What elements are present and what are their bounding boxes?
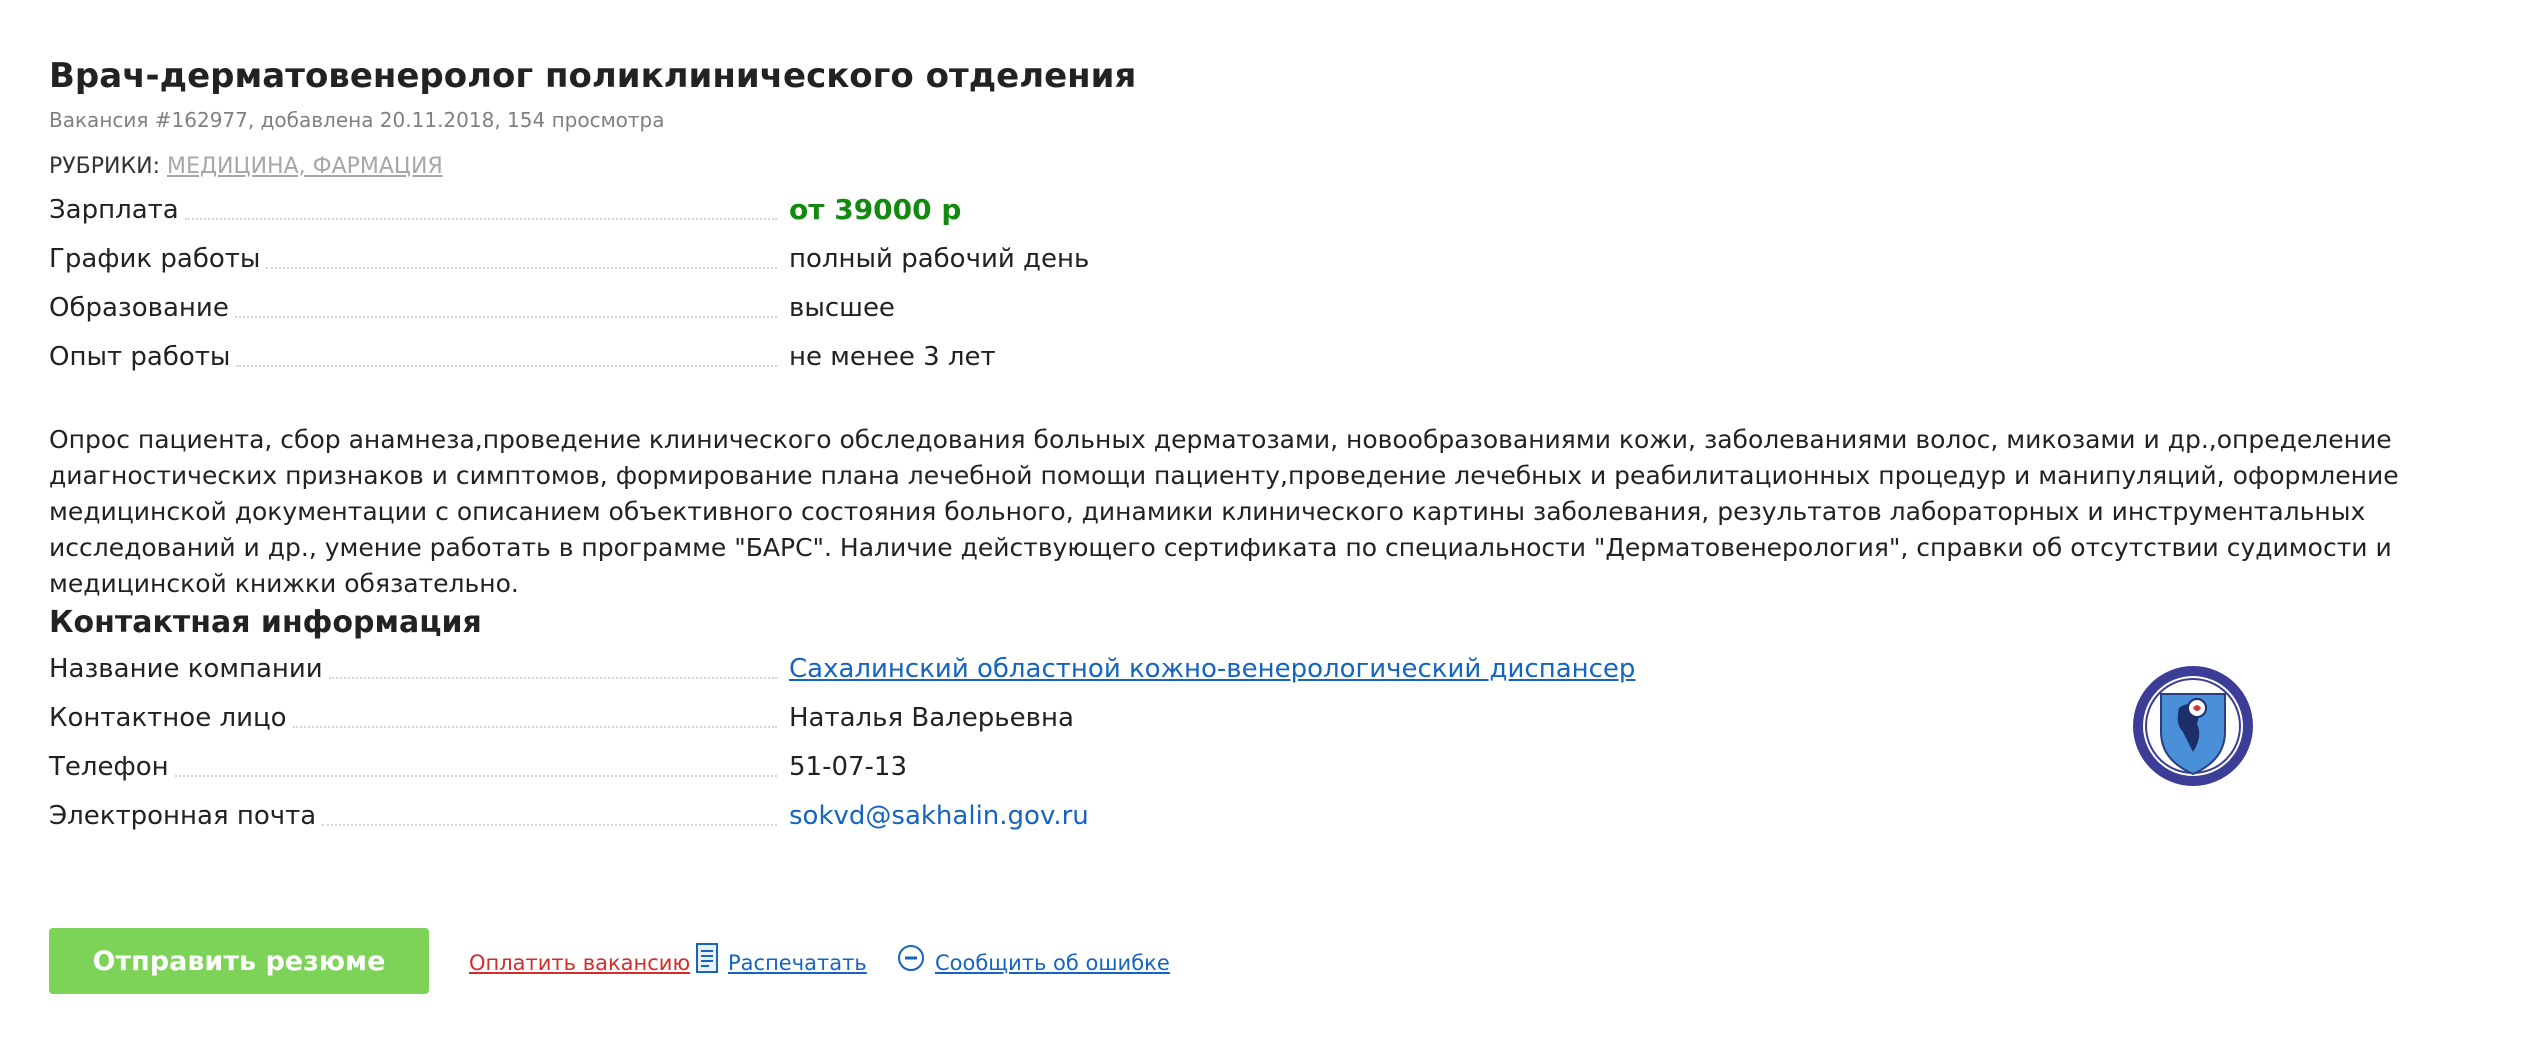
vacancy-page: Врач-дерматовенеролог поликлинического о…	[0, 0, 2530, 1054]
minus-circle-icon	[897, 944, 925, 982]
contact-label: Название компании	[49, 651, 777, 687]
email-value[interactable]: sokvd@sakhalin.gov.ru	[789, 798, 1089, 834]
send-resume-button[interactable]: Отправить резюме	[49, 928, 429, 994]
company-logo-icon	[2133, 666, 2253, 786]
contact-row-phone: Телефон 51-07-13	[49, 749, 1649, 789]
detail-row-schedule: График работы полный рабочий день	[49, 241, 1649, 281]
contacts-title: Контактная информация	[49, 605, 482, 640]
education-value: высшее	[789, 293, 895, 323]
phone-value: 51-07-13	[789, 752, 908, 782]
contact-label: Электронная почта	[49, 798, 777, 834]
rubrics-label: РУБРИКИ:	[49, 154, 160, 179]
detail-row-education: Образование высшее	[49, 290, 1649, 330]
print-label: Распечатать	[728, 951, 867, 975]
rubrics-link[interactable]: МЕДИЦИНА, ФАРМАЦИЯ	[167, 154, 443, 179]
contact-label: Контактное лицо	[49, 700, 777, 736]
schedule-value: полный рабочий день	[789, 244, 1090, 274]
report-error-link[interactable]: Сообщить об ошибке	[897, 944, 1170, 982]
detail-label: Образование	[49, 290, 777, 326]
document-icon	[696, 943, 718, 983]
contact-row-email: Электронная почта sokvd@sakhalin.gov.ru	[49, 798, 1649, 838]
experience-value: не менее 3 лет	[789, 342, 996, 372]
print-link[interactable]: Распечатать	[696, 943, 867, 983]
pay-vacancy-link[interactable]: Оплатить вакансию	[469, 946, 690, 980]
detail-label: График работы	[49, 241, 777, 277]
vacancy-meta: Вакансия #162977, добавлена 20.11.2018, …	[49, 108, 665, 132]
company-link[interactable]: Сахалинский областной кожно-венерологиче…	[789, 654, 1635, 684]
detail-row-salary: Зарплата от 39000 р	[49, 192, 1649, 232]
contact-row-person: Контактное лицо Наталья Валерьевна	[49, 700, 1649, 740]
detail-label: Опыт работы	[49, 339, 777, 375]
rubrics: РУБРИКИ: МЕДИЦИНА, ФАРМАЦИЯ	[49, 154, 443, 179]
salary-value: от 39000 р	[789, 193, 962, 226]
page-title: Врач-дерматовенеролог поликлинического о…	[49, 56, 1137, 96]
report-error-label: Сообщить об ошибке	[935, 951, 1170, 975]
contact-person-value: Наталья Валерьевна	[789, 703, 1074, 733]
contact-label: Телефон	[49, 749, 777, 785]
detail-label: Зарплата	[49, 192, 777, 228]
vacancy-description: Опрос пациента, сбор анамнеза,проведение…	[49, 425, 2399, 598]
detail-row-experience: Опыт работы не менее 3 лет	[49, 339, 1649, 379]
contact-row-company: Название компании Сахалинский областной …	[49, 651, 1649, 691]
